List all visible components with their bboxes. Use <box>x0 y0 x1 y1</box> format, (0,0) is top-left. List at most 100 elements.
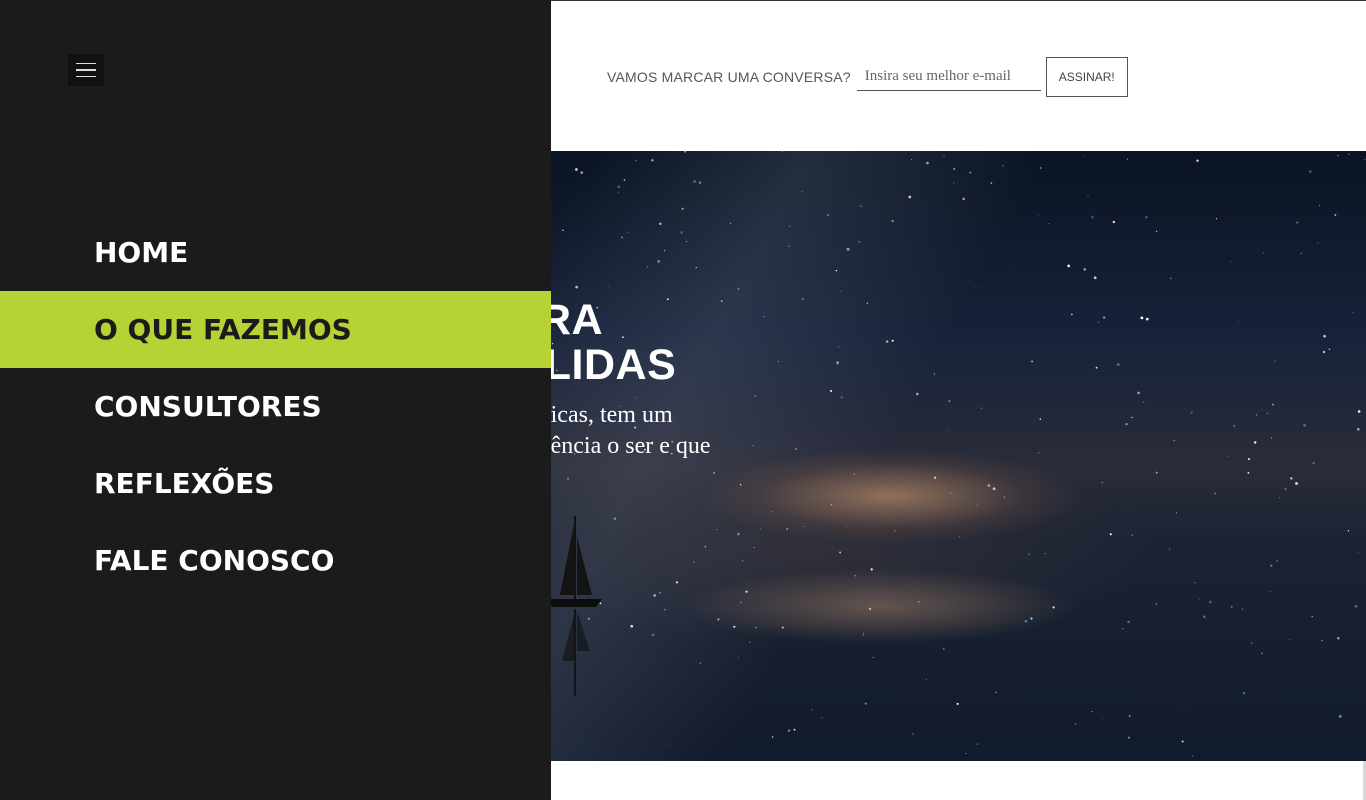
star <box>1357 552 1359 554</box>
star <box>1323 334 1326 338</box>
nav-item-o-que-fazemos[interactable]: O QUE FAZEMOS <box>0 291 551 368</box>
hamburger-icon[interactable] <box>68 54 104 86</box>
star <box>891 220 894 223</box>
star <box>862 632 865 634</box>
star <box>1125 422 1128 426</box>
star <box>1137 391 1140 395</box>
star <box>827 213 830 216</box>
star <box>976 743 979 745</box>
star <box>1274 360 1276 362</box>
star <box>1098 321 1100 323</box>
star <box>1227 455 1229 457</box>
star <box>1002 164 1004 167</box>
nav-item-consultores[interactable]: CONSULTORES <box>0 368 551 445</box>
star <box>1230 605 1233 608</box>
star <box>958 536 961 538</box>
star <box>580 171 584 174</box>
star <box>1242 691 1246 695</box>
star <box>1203 615 1206 618</box>
star <box>1279 497 1281 499</box>
star <box>720 300 723 302</box>
star <box>1131 416 1133 419</box>
hamburger-line <box>76 62 96 65</box>
star <box>839 551 842 554</box>
nav-item-home[interactable]: HOME <box>0 214 551 291</box>
star <box>975 286 977 288</box>
star <box>1276 560 1278 562</box>
star <box>1087 195 1089 197</box>
star <box>1190 411 1193 414</box>
nav-item-fale-conosco[interactable]: FALE CONOSCO <box>0 522 551 599</box>
star <box>717 618 720 621</box>
star <box>795 448 797 450</box>
star <box>752 445 754 447</box>
star <box>659 222 662 226</box>
star <box>704 546 707 548</box>
star <box>846 525 848 527</box>
star <box>918 600 920 603</box>
star <box>651 159 654 162</box>
star <box>1238 320 1240 322</box>
star <box>864 702 867 705</box>
star <box>763 315 765 318</box>
star <box>664 608 666 611</box>
star <box>713 472 715 474</box>
star <box>657 260 660 263</box>
star <box>1253 441 1257 444</box>
navigation-drawer: HOME O QUE FAZEMOS CONSULTORES REFLEXÕES… <box>0 0 551 800</box>
star <box>1321 639 1323 642</box>
star <box>916 392 919 396</box>
star <box>1155 603 1157 605</box>
star <box>837 346 839 348</box>
star <box>976 504 978 506</box>
star <box>693 180 696 183</box>
star <box>627 232 629 234</box>
star <box>1318 204 1321 207</box>
star <box>1337 154 1339 157</box>
star <box>1192 755 1194 757</box>
star <box>1296 221 1299 224</box>
star <box>885 340 889 343</box>
nav-menu: HOME O QUE FAZEMOS CONSULTORES REFLEXÕES… <box>0 214 551 599</box>
star <box>1300 252 1302 254</box>
star <box>659 591 662 594</box>
star <box>789 225 791 227</box>
star <box>1364 159 1366 161</box>
star <box>617 192 620 194</box>
star <box>1028 553 1030 556</box>
star <box>952 182 955 184</box>
star <box>1039 166 1042 170</box>
star <box>911 159 912 160</box>
star <box>623 179 626 181</box>
star <box>759 528 761 530</box>
star <box>1247 457 1251 461</box>
star <box>872 656 874 658</box>
nav-item-reflexoes[interactable]: REFLEXÕES <box>0 445 551 522</box>
star <box>646 266 649 268</box>
star <box>1199 599 1201 601</box>
star <box>1181 740 1184 743</box>
star <box>1127 736 1130 739</box>
star <box>737 288 740 290</box>
star <box>1101 481 1103 484</box>
star <box>630 624 634 628</box>
star <box>1215 218 1218 220</box>
star <box>925 678 927 680</box>
star <box>1352 312 1354 313</box>
email-input[interactable] <box>856 63 1041 91</box>
star <box>651 633 655 637</box>
star <box>1091 711 1093 713</box>
star <box>801 190 803 192</box>
star <box>1038 452 1040 454</box>
star <box>1145 216 1148 219</box>
star <box>1289 639 1291 640</box>
star <box>837 364 839 365</box>
star <box>575 168 578 171</box>
star <box>613 517 617 521</box>
star <box>990 182 993 184</box>
star <box>777 360 780 363</box>
star <box>1336 636 1340 640</box>
subscribe-button[interactable]: ASSINAR! <box>1045 57 1128 97</box>
star <box>1091 215 1094 219</box>
star <box>1044 553 1046 555</box>
